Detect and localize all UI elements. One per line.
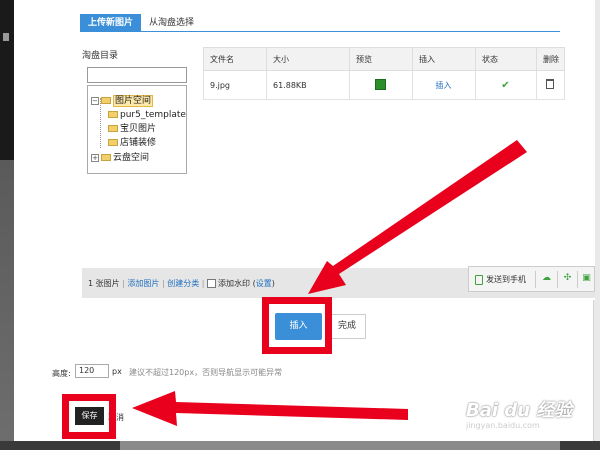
watermark-url: jingyan.baidu.com bbox=[466, 421, 540, 430]
bottom-window-edge bbox=[0, 441, 600, 450]
annotation-arrows bbox=[132, 140, 527, 426]
baidu-watermark: Bai du 经验 jingyan.baidu.com bbox=[466, 396, 573, 430]
red-arrow-to-save bbox=[132, 391, 408, 426]
bottom-scroll-track bbox=[120, 441, 560, 450]
watermark-logo: Bai du 经验 bbox=[466, 400, 573, 421]
red-arrow-to-insert bbox=[308, 140, 527, 294]
